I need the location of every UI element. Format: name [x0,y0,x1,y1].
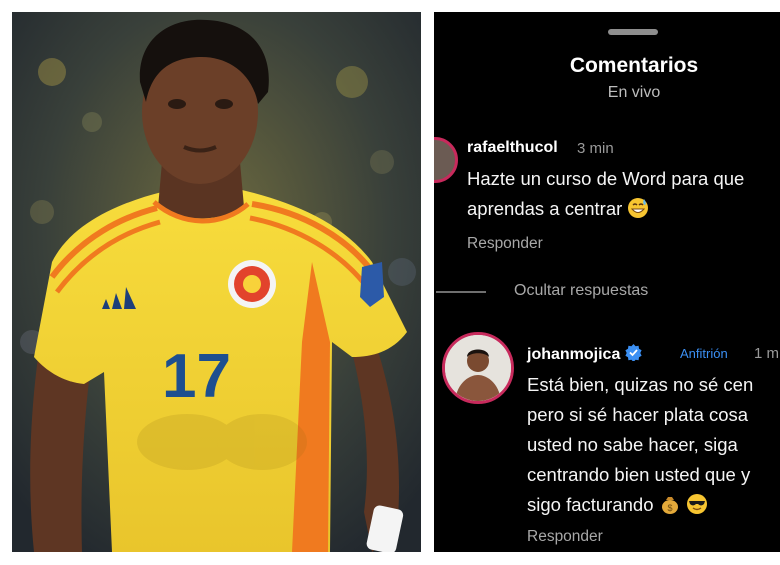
host-comment-text: Está bien, quizas no sé cen pero si sé h… [527,370,753,520]
host-comment-time: 1 m [754,345,780,362]
muscle-shading [137,414,307,470]
comment-line: Hazte un curso de Word para que [467,168,745,189]
commenter-username[interactable]: rafaelthucol [467,139,558,157]
comments-title: Comentarios [569,54,699,77]
money-bag-emoji: $ [661,497,678,514]
comments-screen: Comentarios En vivo rafaelthucol 3 min H… [434,12,780,552]
jersey-number: 17 [162,342,231,411]
host-comment-line-5: sigo facturando $ [527,490,753,520]
comment-text: Hazte un curso de Word para que aprendas… [467,164,744,224]
svg-text:$: $ [667,503,672,513]
comment-line: aprendas a centrar [467,198,623,219]
host-username-row: johanmojica [527,344,642,364]
commenter-avatar[interactable] [434,137,458,183]
comment-time: 3 min [577,140,614,157]
host-comment-line: Está bien, quizas no sé cen [527,374,754,395]
host-comment-line: centrando bien usted que y [527,464,751,485]
grinning-sweat-emoji [628,198,649,218]
player-illustration: 17 [12,12,421,552]
verified-badge-icon [625,344,642,361]
sheet-drag-handle[interactable] [608,29,658,35]
host-username[interactable]: johanmojica [527,346,620,363]
live-label: En vivo [607,84,661,101]
comment-line-2: aprendas a centrar [467,194,744,224]
host-badge: Anfitrión [680,346,728,361]
hide-replies-button[interactable]: Ocultar respuestas [514,282,648,300]
host-reply-button[interactable]: Responder [527,528,603,546]
fcf-crest-icon [228,260,276,308]
host-comment-line: pero si sé hacer plata cosa [527,404,749,425]
host-avatar-image [445,335,511,401]
sunglasses-emoji [686,494,707,514]
player-photo: 17 [12,12,421,552]
host-avatar[interactable] [442,332,514,404]
host-comment-line: sigo facturando [527,494,654,515]
host-comment-line: usted no sabe hacer, siga [527,434,738,455]
reply-button[interactable]: Responder [467,235,543,253]
replies-divider [436,291,486,293]
